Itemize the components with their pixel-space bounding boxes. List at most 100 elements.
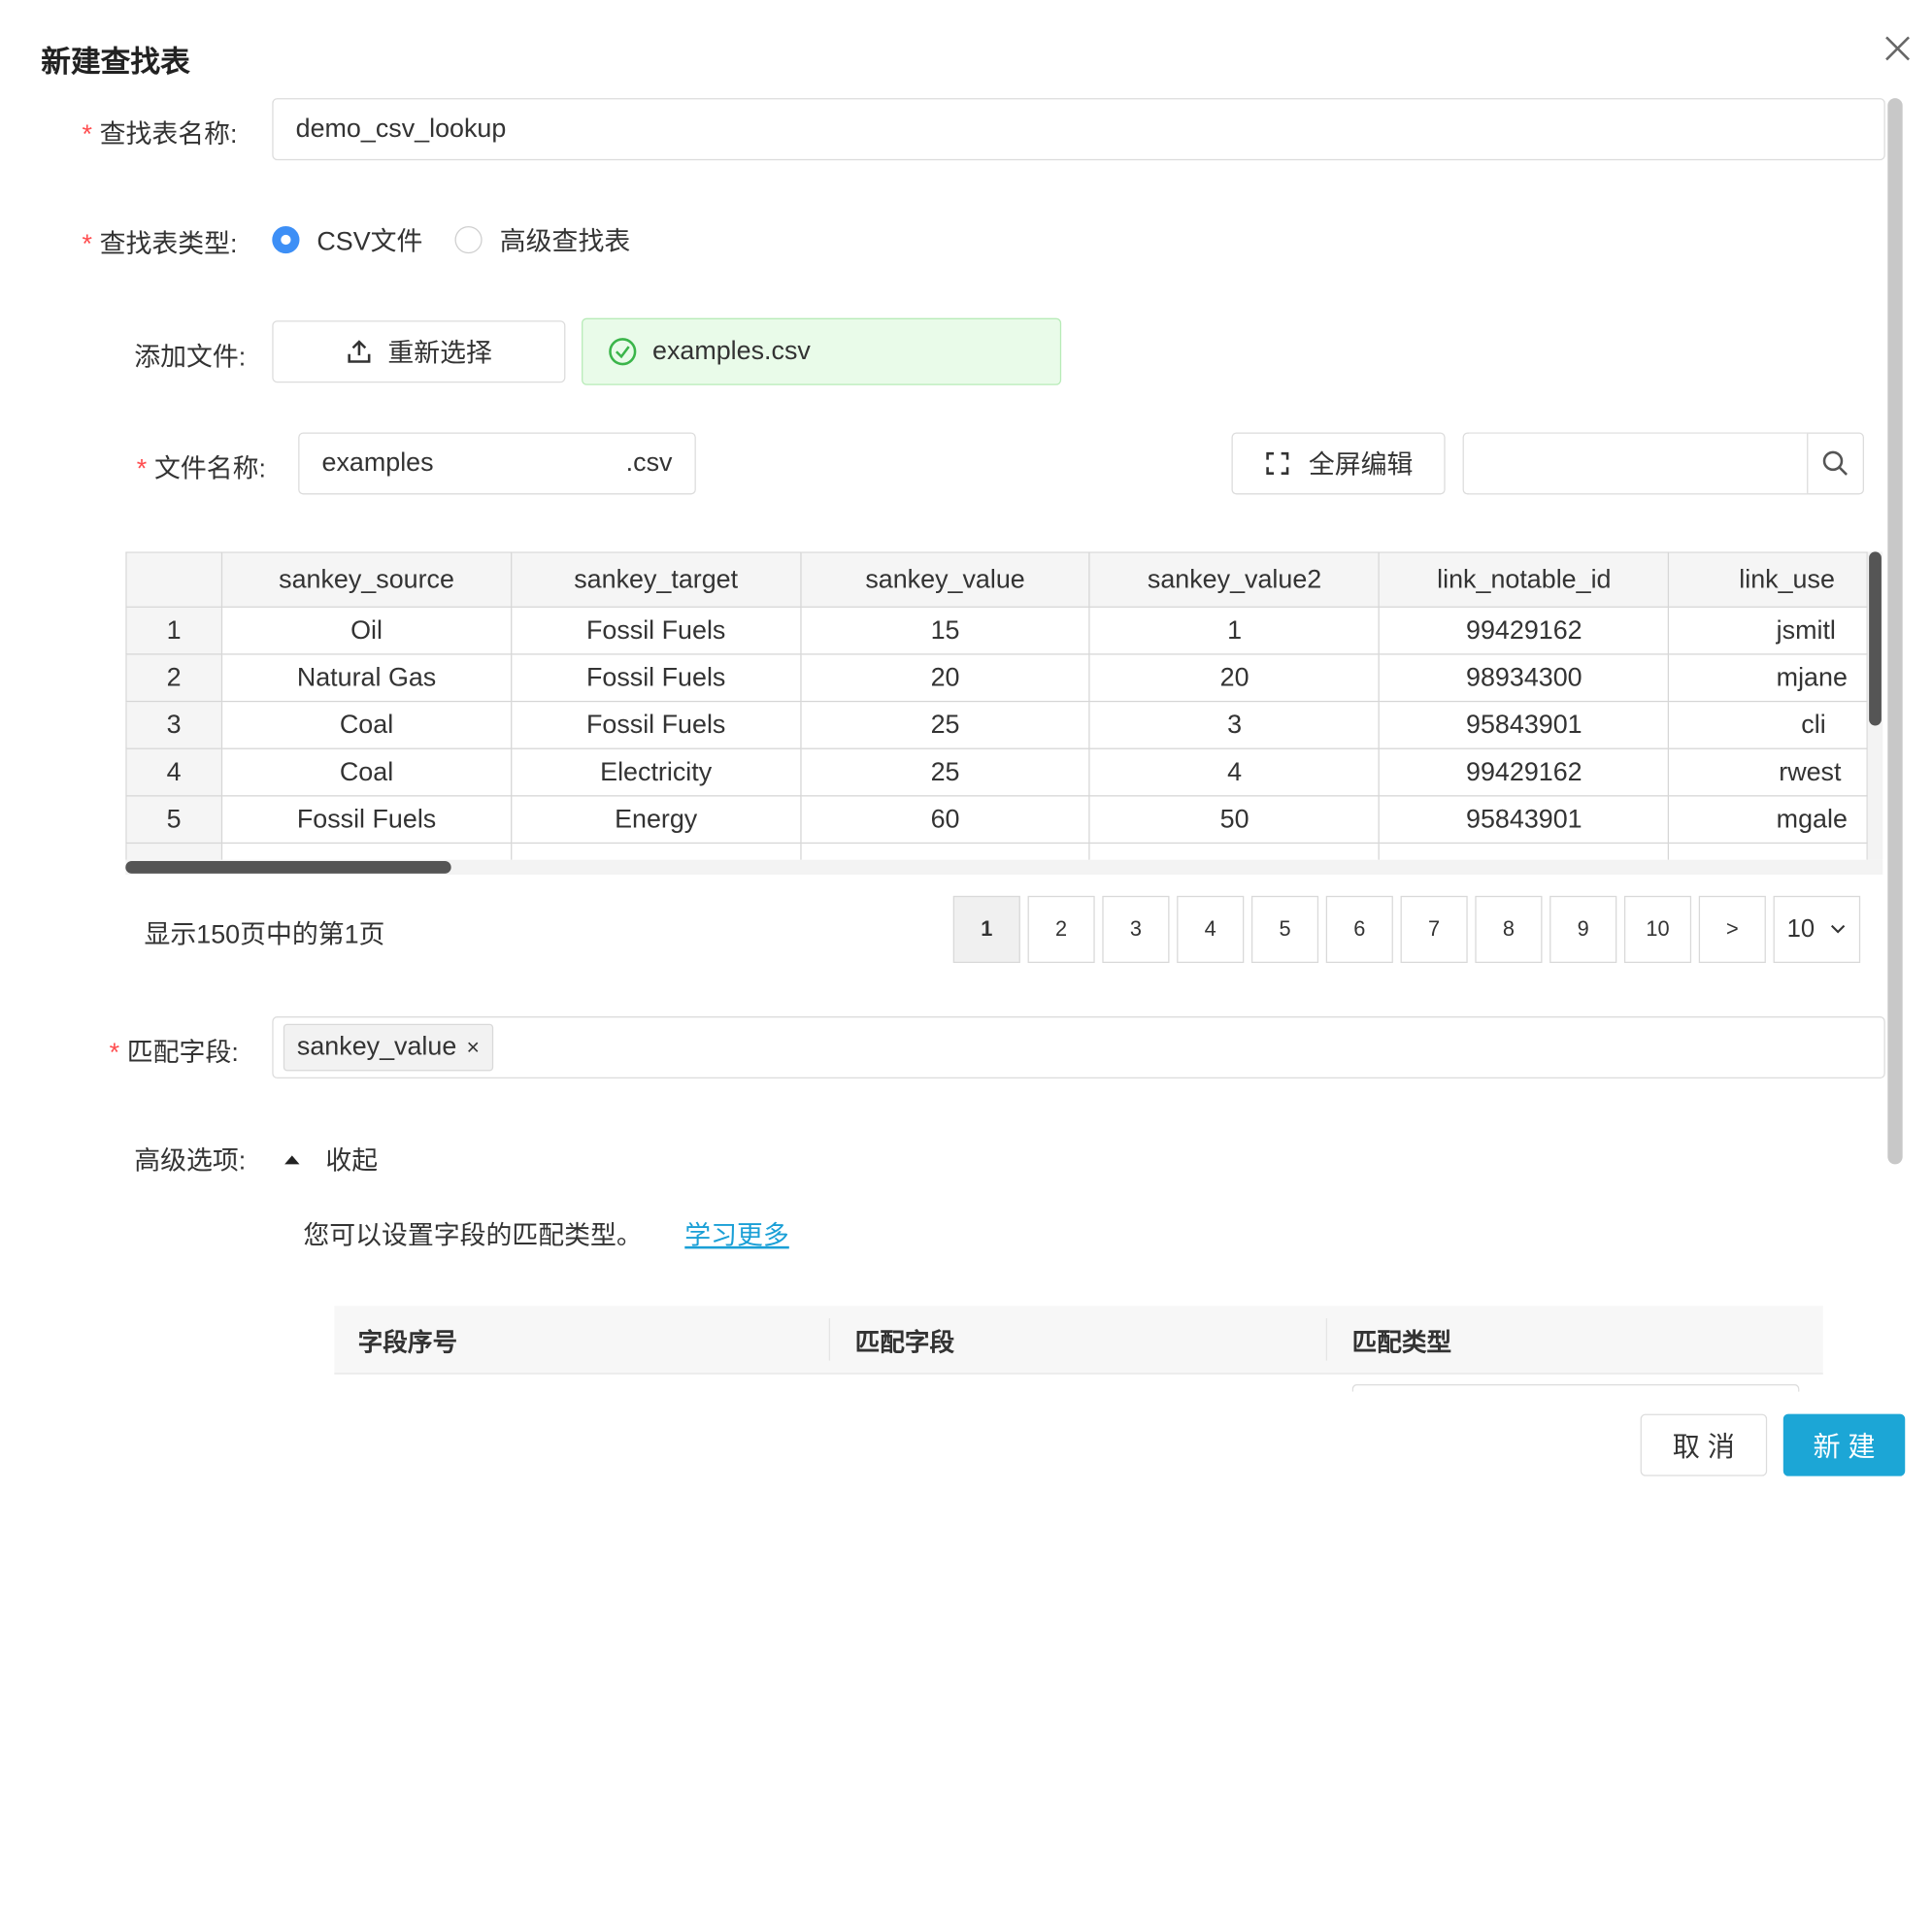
grid-cell[interactable]: cli bbox=[1668, 700, 1868, 749]
grid-row: 4 Coal Electricity 25 4 99429162 rwest bbox=[125, 747, 1868, 797]
page-button[interactable]: 6 bbox=[1325, 895, 1393, 963]
reselect-button[interactable]: 重新选择 bbox=[272, 320, 566, 383]
filename-input[interactable]: examples .csv bbox=[298, 432, 696, 495]
remove-tag-icon[interactable]: × bbox=[467, 1035, 480, 1061]
expand-icon bbox=[1266, 451, 1289, 475]
dialog-scrollbar[interactable] bbox=[1887, 98, 1903, 1165]
create-button[interactable]: 新 建 bbox=[1782, 1413, 1906, 1476]
next-page-button[interactable]: > bbox=[1698, 895, 1766, 963]
page-button[interactable]: 2 bbox=[1027, 895, 1095, 963]
name-label: * 查找表名称: bbox=[82, 115, 237, 151]
grid-cell[interactable]: 15 bbox=[800, 606, 1091, 655]
grid-vertical-scrollbar[interactable] bbox=[1867, 551, 1883, 860]
grid-col-header[interactable]: link_notable_id bbox=[1379, 551, 1670, 608]
grid-cell[interactable]: Energy bbox=[511, 795, 802, 845]
grid-cell[interactable]: rwest bbox=[1668, 747, 1868, 797]
grid-cell[interactable] bbox=[220, 842, 513, 860]
grid-cell[interactable]: Fossil Fuels bbox=[511, 700, 802, 749]
caret-up-icon bbox=[284, 1155, 300, 1165]
page-button[interactable]: 5 bbox=[1250, 895, 1319, 963]
grid-cell[interactable]: 20 bbox=[800, 653, 1091, 703]
grid-cell[interactable]: Fossil Fuels bbox=[511, 606, 802, 655]
uploaded-file-badge: examples.csv bbox=[582, 317, 1062, 385]
page-button[interactable]: 4 bbox=[1177, 895, 1245, 963]
radio-advanced[interactable] bbox=[454, 225, 483, 254]
name-label-text: 查找表名称: bbox=[99, 120, 238, 149]
csv-data-grid: sankey_source sankey_target sankey_value… bbox=[125, 551, 1868, 860]
filename-extension: .csv bbox=[625, 448, 673, 478]
type-radio-group: CSV文件 高级查找表 bbox=[272, 221, 630, 258]
grid-cell[interactable]: 3 bbox=[1088, 700, 1381, 749]
grid-cell[interactable]: 50 bbox=[1088, 795, 1381, 845]
name-input[interactable]: demo_csv_lookup bbox=[272, 98, 1885, 161]
grid-cell[interactable] bbox=[511, 842, 802, 860]
required-mark: * bbox=[82, 120, 92, 149]
grid-cell[interactable] bbox=[1668, 842, 1868, 860]
grid-cell[interactable]: 98934300 bbox=[1379, 653, 1670, 703]
page-button[interactable]: 10 bbox=[1623, 895, 1692, 963]
grid-col-header[interactable]: sankey_value2 bbox=[1088, 551, 1381, 608]
grid-cell[interactable]: 25 bbox=[800, 747, 1091, 797]
radio-csv[interactable] bbox=[272, 225, 300, 254]
grid-horizontal-thumb[interactable] bbox=[125, 861, 451, 874]
grid-col-header[interactable]: sankey_source bbox=[220, 551, 513, 608]
page-button[interactable]: 1 bbox=[952, 895, 1020, 963]
grid-cell[interactable] bbox=[1379, 842, 1670, 860]
grid-vertical-thumb[interactable] bbox=[1869, 551, 1882, 726]
grid-col-header[interactable]: link_use bbox=[1668, 551, 1868, 608]
grid-cell[interactable]: Coal bbox=[220, 747, 513, 797]
advanced-toggle[interactable]: 收起 bbox=[283, 1141, 378, 1177]
grid-cell[interactable]: mgale bbox=[1668, 795, 1868, 845]
chevron-down-icon bbox=[1830, 924, 1846, 934]
grid-cell[interactable]: Fossil Fuels bbox=[220, 795, 513, 845]
advanced-hint: 您可以设置字段的匹配类型。 bbox=[303, 1221, 643, 1250]
page-button[interactable]: 3 bbox=[1102, 895, 1170, 963]
close-icon[interactable] bbox=[1882, 32, 1914, 64]
page-button[interactable]: 8 bbox=[1475, 895, 1543, 963]
grid-col-header[interactable]: sankey_value bbox=[800, 551, 1091, 608]
grid-cell[interactable]: Coal bbox=[220, 700, 513, 749]
grid-cell[interactable]: 99429162 bbox=[1379, 747, 1670, 797]
cancel-button[interactable]: 取 消 bbox=[1640, 1413, 1768, 1476]
page-button[interactable]: 9 bbox=[1549, 895, 1617, 963]
grid-cell[interactable]: 60 bbox=[800, 795, 1091, 845]
grid-cell[interactable]: 25 bbox=[800, 700, 1091, 749]
dialog-title: 新建查找表 bbox=[41, 46, 190, 80]
match-label-text: 匹配字段: bbox=[126, 1039, 239, 1068]
grid-row: 2 Natural Gas Fossil Fuels 20 20 9893430… bbox=[125, 653, 1868, 703]
match-type-table-header: 字段序号 匹配字段 匹配类型 bbox=[334, 1306, 1823, 1375]
reselect-label: 重新选择 bbox=[387, 339, 492, 368]
radio-advanced-label[interactable]: 高级查找表 bbox=[500, 221, 630, 258]
pagination-summary: 显示150页中的第1页 bbox=[144, 920, 385, 949]
grid-col-header[interactable]: sankey_target bbox=[511, 551, 802, 608]
row-index: 4 bbox=[125, 747, 223, 797]
page-button[interactable]: 7 bbox=[1400, 895, 1468, 963]
grid-cell[interactable] bbox=[1088, 842, 1381, 860]
grid-cell[interactable]: Oil bbox=[220, 606, 513, 655]
grid-cell[interactable]: 95843901 bbox=[1379, 795, 1670, 845]
search-button[interactable] bbox=[1807, 433, 1863, 494]
fullscreen-edit-button[interactable]: 全屏编辑 bbox=[1231, 432, 1446, 495]
grid-cell[interactable]: jsmitl bbox=[1668, 606, 1868, 655]
grid-cell[interactable]: 1 bbox=[1088, 606, 1381, 655]
grid-cell[interactable]: 95843901 bbox=[1379, 700, 1670, 749]
grid-cell[interactable] bbox=[800, 842, 1091, 860]
radio-csv-label[interactable]: CSV文件 bbox=[316, 221, 422, 258]
grid-cell[interactable]: Natural Gas bbox=[220, 653, 513, 703]
row-index: 3 bbox=[125, 700, 223, 749]
grid-cell[interactable]: 20 bbox=[1088, 653, 1381, 703]
grid-cell[interactable]: 4 bbox=[1088, 747, 1381, 797]
match-field-select[interactable]: sankey_value × bbox=[272, 1016, 1885, 1079]
filename-label: * 文件名称: bbox=[137, 448, 266, 485]
grid-horizontal-scrollbar[interactable] bbox=[125, 859, 1883, 876]
grid-cell[interactable]: Electricity bbox=[511, 747, 802, 797]
grid-cell[interactable]: 99429162 bbox=[1379, 606, 1670, 655]
upload-icon bbox=[348, 340, 371, 363]
grid-cell[interactable]: mjane bbox=[1668, 653, 1868, 703]
page-size-select[interactable]: 10 bbox=[1773, 895, 1861, 963]
row-index bbox=[125, 842, 223, 860]
grid-search-input[interactable] bbox=[1468, 433, 1808, 494]
grid-cell[interactable]: Fossil Fuels bbox=[511, 653, 802, 703]
filename-label-text: 文件名称: bbox=[153, 454, 266, 483]
learn-more-link[interactable]: 学习更多 bbox=[684, 1215, 789, 1252]
